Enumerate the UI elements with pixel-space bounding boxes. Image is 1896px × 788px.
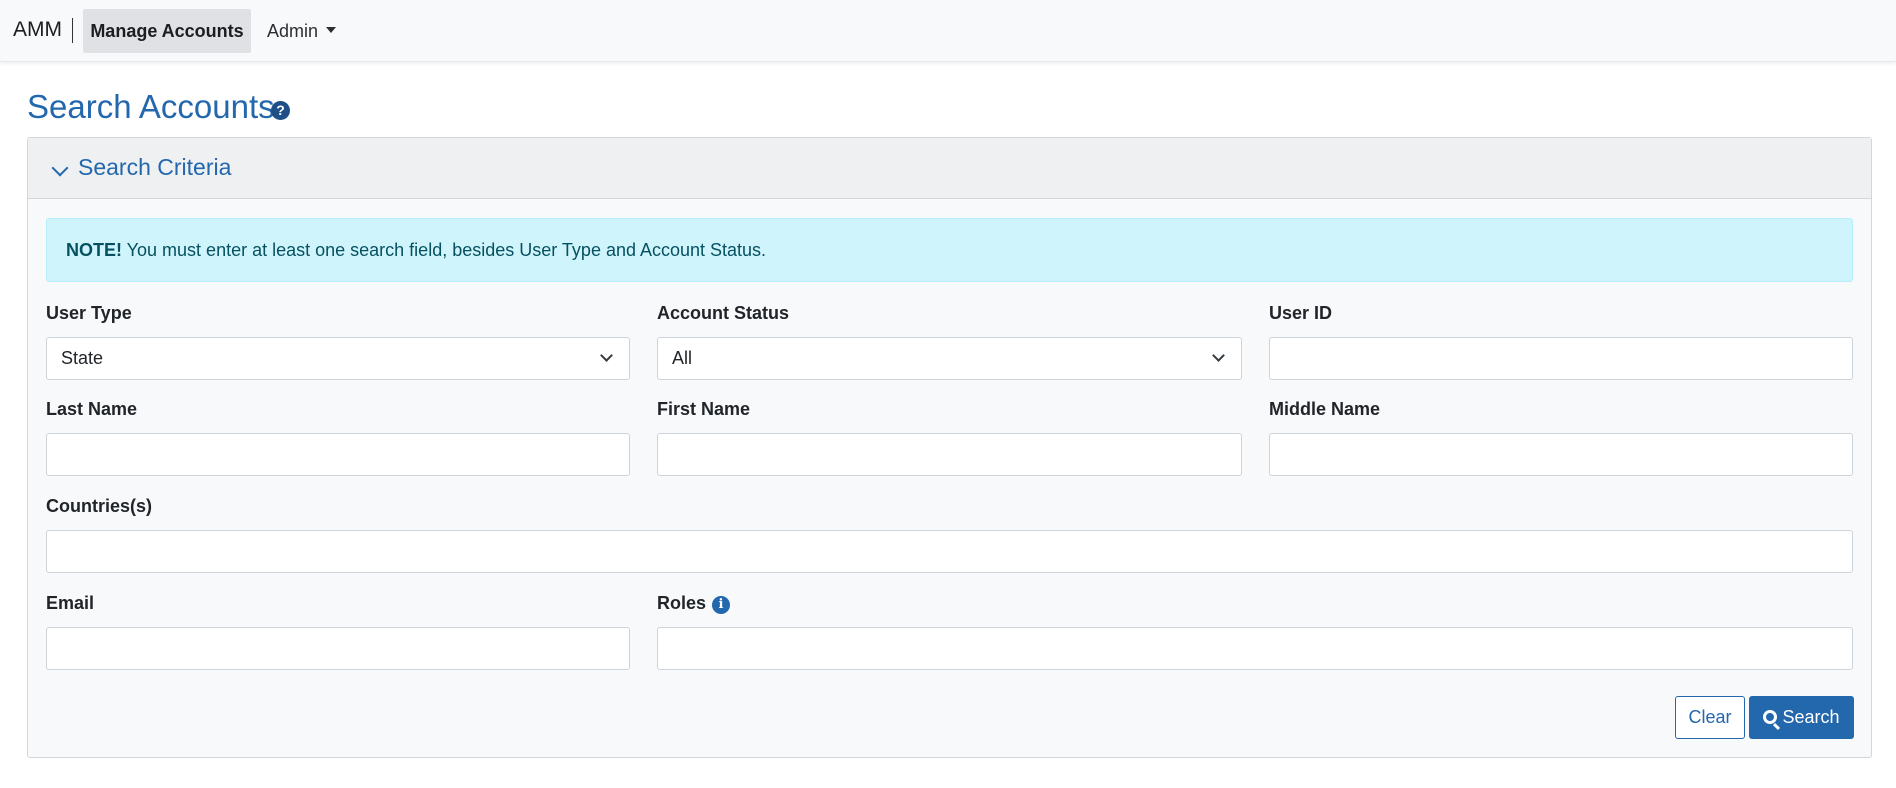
- account-status-select[interactable]: All: [657, 337, 1242, 380]
- brand-divider: [72, 18, 73, 43]
- email-input[interactable]: [46, 627, 630, 670]
- user-type-select[interactable]: State: [46, 337, 630, 380]
- chevron-down-icon: [1212, 349, 1225, 362]
- note-prefix: NOTE!: [66, 240, 122, 260]
- last-name-label: Last Name: [46, 399, 138, 419]
- user-type-label: User Type: [46, 303, 132, 323]
- note-text: You must enter at least one search field…: [122, 240, 767, 260]
- chevron-down-icon: [600, 349, 613, 362]
- search-button[interactable]: Search: [1749, 696, 1854, 739]
- first-name-label: First Name: [657, 399, 751, 419]
- user-id-input[interactable]: [1269, 337, 1853, 380]
- middle-name-label: Middle Name: [1269, 399, 1381, 419]
- countries-input[interactable]: [46, 530, 1853, 573]
- email-label: Email: [46, 593, 95, 613]
- chevron-down-icon: [51, 159, 69, 177]
- first-name-input[interactable]: [657, 433, 1242, 476]
- nav-admin-label: Admin: [267, 21, 319, 41]
- top-navbar: AMM Manage Accounts Admin: [0, 0, 1896, 62]
- user-type-value: State: [61, 348, 104, 368]
- middle-name-input[interactable]: [1269, 433, 1853, 476]
- search-criteria-header[interactable]: Search Criteria: [28, 138, 1871, 199]
- caret-down-icon: [326, 27, 337, 34]
- nav-item-admin-dropdown[interactable]: Admin: [267, 9, 337, 53]
- nav-item-manage-accounts[interactable]: Manage Accounts: [83, 9, 251, 53]
- user-id-label: User ID: [1269, 303, 1333, 323]
- clear-button[interactable]: Clear: [1675, 696, 1745, 739]
- account-status-value: All: [672, 348, 693, 368]
- page-title: Search Accounts: [27, 88, 275, 125]
- roles-label: Roles i: [657, 593, 731, 614]
- last-name-input[interactable]: [46, 433, 630, 476]
- brand-logo[interactable]: AMM: [13, 18, 62, 42]
- roles-label-text: Roles: [657, 593, 707, 613]
- countries-label: Countries(s): [46, 496, 153, 516]
- search-icon: [1763, 710, 1778, 724]
- info-circle-icon[interactable]: i: [712, 596, 731, 614]
- search-criteria-title: Search Criteria: [78, 154, 232, 180]
- note-alert: NOTE! You must enter at least one search…: [46, 218, 1853, 282]
- search-criteria-card: Search Criteria NOTE! You must enter at …: [27, 137, 1872, 758]
- account-status-label: Account Status: [657, 303, 790, 323]
- roles-input[interactable]: [657, 627, 1853, 670]
- question-circle-icon[interactable]: ?: [271, 101, 290, 120]
- search-button-label: Search: [1782, 707, 1840, 727]
